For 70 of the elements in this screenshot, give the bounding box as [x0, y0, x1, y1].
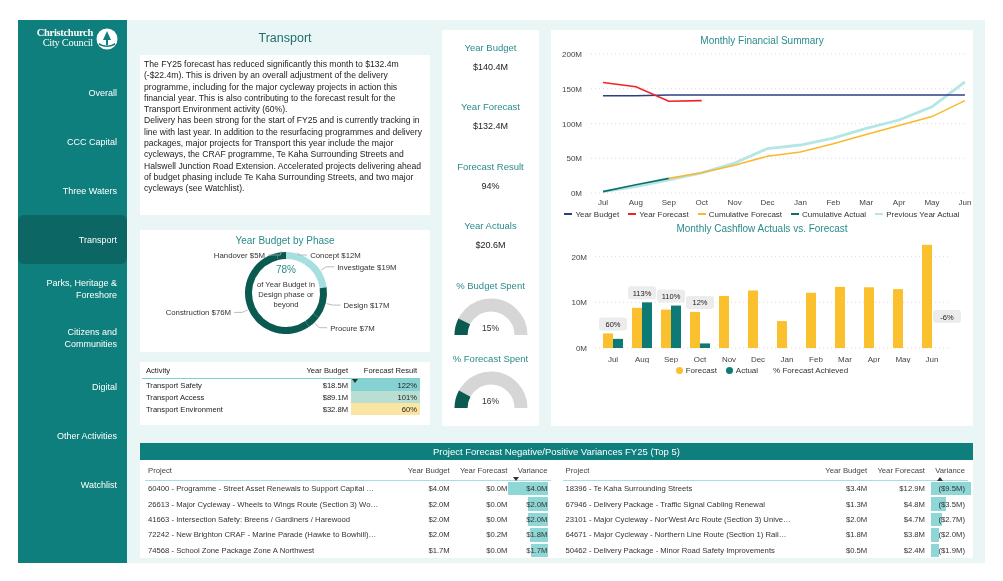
kpi-label: Year Forecast — [461, 101, 520, 113]
gauge-reading: 15% — [481, 322, 500, 333]
kpi-value: $132.4M — [471, 121, 509, 132]
axis-label: May — [895, 355, 911, 363]
axis-label: 10M — [571, 298, 587, 308]
axis-label: Aug — [628, 198, 643, 207]
legend-label: Year Budget — [575, 209, 620, 219]
axis-label: 150M — [562, 84, 582, 94]
kpi-value: 94% — [480, 180, 501, 191]
logo-text: Christchurch City Council — [36, 28, 93, 48]
axis-label: Jun — [958, 198, 972, 207]
legend-label: Forecast — [685, 365, 717, 375]
axis-label: Jul — [607, 355, 619, 363]
axis-label: 0M — [575, 344, 587, 353]
legend-label: Year Forecast — [639, 209, 689, 219]
axis-label: Jul — [597, 198, 609, 207]
legend-label: Previous Year Actual — [886, 209, 960, 219]
axis-label: Apr — [892, 198, 906, 207]
axis-label: 50M — [566, 154, 582, 164]
axis-label: 20M — [571, 252, 587, 262]
commentary-paragraph: Delivery has been strong for the start of FY25 and is currently tracking in line with last year. In addition to the resurfacing programmes and delivery packages, major projects for Transport this year include the major cycleways, the CRAF programme, Te Kaha Surrounding Streets and Halswell Junction Road Extension. Accelerated projects delivering ahead of budget phasing include Te Kaha Surrounding Streets, and two major cycleways (see Watchlist). — [144, 115, 423, 195]
kpi-value: $20.6M — [474, 240, 507, 251]
nav-item[interactable]: Parks, Heritage & Foreshore — [18, 264, 127, 313]
axis-label: Jan — [793, 198, 807, 207]
axis-label: Dec — [760, 198, 775, 207]
page-title: Transport — [257, 30, 313, 47]
nav-item[interactable]: Digital — [18, 362, 127, 411]
axis-label: Mar — [859, 198, 874, 207]
axis-label: Oct — [693, 355, 707, 363]
center-value: 78% — [275, 264, 297, 275]
axis-label: 200M — [562, 50, 582, 59]
axis-label: Sep — [663, 355, 679, 363]
legend-label: Actual — [735, 365, 759, 375]
chart-title: Monthly Financial Summary — [699, 34, 825, 47]
kpi-label: Year Actuals — [464, 220, 517, 232]
nav-item[interactable]: CCC Capital — [18, 117, 127, 166]
legend-label: Cumulative Actual — [802, 209, 867, 219]
axis-label: Oct — [695, 198, 708, 207]
nav-item[interactable]: Citizens and Communities — [18, 313, 127, 362]
nav-item[interactable]: Transport — [18, 215, 127, 264]
nav-item[interactable]: Three Waters — [18, 166, 127, 215]
legend-label: Cumulative Forecast — [708, 209, 783, 219]
axis-label: Feb — [809, 355, 823, 363]
kpi-label: Year Budget — [464, 42, 517, 53]
axis-label: Sep — [661, 198, 676, 207]
axis-label: Jan — [780, 355, 794, 363]
chart-title: Year Budget by Phase — [234, 234, 336, 247]
axis-label: Apr — [867, 355, 881, 363]
nav-item[interactable]: Watchlist — [18, 460, 127, 509]
kpi-value: $140.4M — [471, 62, 509, 72]
axis-label: Mar — [838, 355, 852, 363]
axis-label: Dec — [750, 355, 766, 363]
axis-label: May — [924, 198, 940, 207]
section-header: Project Forecast Negative/Positive Variances FY25 (Top 5) — [140, 443, 973, 460]
chart-title: Monthly Cashflow Actuals vs. Forecast — [675, 222, 849, 235]
nav-item[interactable]: Overall — [18, 68, 127, 117]
axis-label: Feb — [826, 198, 841, 207]
axis-label: Aug — [634, 355, 650, 363]
commentary-paragraph: The FY25 forecast has reduced significantly this month to $132.4m (-$22.4m). This is driven by an overall adjustment of the delivery programme, including for the major cycleway projects in action this financial year. This is also contributing to the forecast result for the Transport Environment activity (60%). — [144, 59, 400, 116]
axis-label: 0M — [570, 189, 582, 198]
legend-label: % Forecast Achieved — [773, 365, 849, 375]
axis-label: Nov — [721, 355, 737, 363]
axis-label: 100M — [562, 119, 582, 129]
axis-label: Nov — [727, 198, 742, 207]
gauge-label: % Budget Spent — [455, 279, 526, 291]
kpi-label: Forecast Result — [457, 160, 524, 172]
gauge-reading: 16% — [481, 395, 500, 406]
gauge-label: % Forecast Spent — [451, 352, 530, 364]
axis-label: Jun — [925, 355, 939, 363]
nav-item[interactable]: Other Activities — [18, 411, 127, 460]
